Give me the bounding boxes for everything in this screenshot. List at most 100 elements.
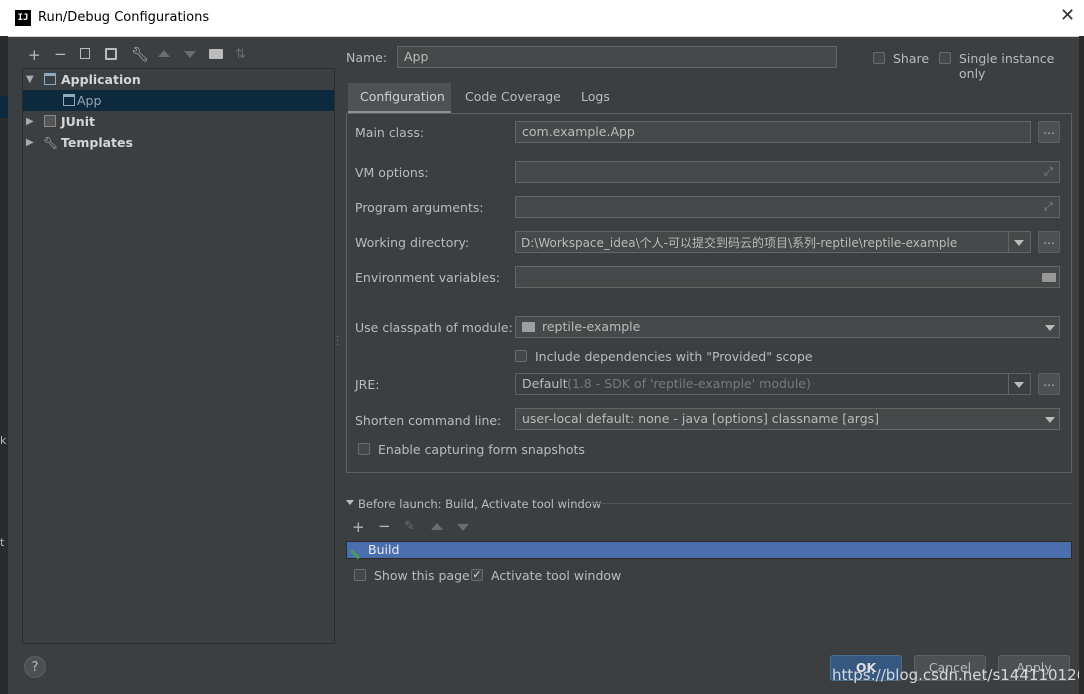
shorten-command-line-select[interactable]: user-local default: none - java [options… xyxy=(515,408,1060,430)
window-border xyxy=(1079,36,1084,694)
application-icon xyxy=(44,73,56,85)
classpath-module-value: reptile-example xyxy=(542,319,641,334)
move-down-icon[interactable] xyxy=(184,51,196,58)
chevron-down-icon[interactable] xyxy=(1014,382,1024,388)
name-label: Name: xyxy=(346,50,388,65)
junit-icon xyxy=(44,115,56,127)
activate-tool-window-label: Activate tool window xyxy=(491,568,622,583)
remove-task-icon[interactable]: − xyxy=(378,518,391,534)
background-ide-edge: k t xyxy=(0,36,8,694)
title-bar: IJ Run/Debug Configurations ✕ xyxy=(0,0,1084,37)
browse-jre-button[interactable]: ... xyxy=(1038,373,1060,395)
tree-item-label: Application xyxy=(61,72,141,87)
remove-icon[interactable]: − xyxy=(54,46,67,62)
include-dependencies-label: Include dependencies with "Provided" sco… xyxy=(535,349,813,364)
folder-icon[interactable] xyxy=(1042,273,1056,282)
shorten-command-line-value: user-local default: none - java [options… xyxy=(522,411,880,426)
edge-selection xyxy=(0,96,8,118)
before-launch-list[interactable]: Build xyxy=(346,541,1072,560)
copy-icon[interactable] xyxy=(80,48,90,59)
chevron-down-icon[interactable] xyxy=(1014,240,1024,246)
vm-options-label: VM options: xyxy=(355,165,429,180)
save-icon[interactable] xyxy=(105,48,117,60)
intellij-logo-icon: IJ xyxy=(15,10,31,26)
help-button[interactable]: ? xyxy=(24,656,46,678)
chevron-down-icon[interactable] xyxy=(1045,325,1055,331)
close-icon[interactable]: ✕ xyxy=(1060,6,1075,26)
working-directory-input[interactable]: D:\Workspace_idea\个人-可以提交到码云的项目\系列-repti… xyxy=(515,231,1031,253)
program-arguments-input[interactable]: ⤢ xyxy=(515,196,1060,218)
browse-main-class-button[interactable]: ... xyxy=(1038,121,1060,143)
module-folder-icon xyxy=(522,322,535,332)
chevron-down-icon[interactable] xyxy=(1045,417,1055,423)
tab-code-coverage[interactable]: Code Coverage xyxy=(465,89,561,104)
edge-text: k xyxy=(0,434,7,447)
browse-working-directory-button[interactable]: ... xyxy=(1038,231,1060,253)
app-config-icon xyxy=(63,94,75,106)
classpath-module-label: Use classpath of module: xyxy=(355,320,513,335)
list-item[interactable]: Build xyxy=(368,542,399,557)
collapse-arrow-icon[interactable] xyxy=(346,500,354,505)
program-arguments-label: Program arguments: xyxy=(355,200,484,215)
move-task-down-icon[interactable] xyxy=(457,524,469,531)
expand-icon[interactable]: ⤢ xyxy=(1044,165,1053,179)
add-icon[interactable]: + xyxy=(28,47,41,63)
name-input[interactable]: App xyxy=(397,46,837,68)
include-dependencies-checkbox[interactable] xyxy=(515,350,527,362)
edge-text: t xyxy=(0,536,5,549)
tab-label: Configuration xyxy=(360,89,445,104)
watermark: https://blog.csdn.net/s1441101265 xyxy=(832,666,1084,684)
share-checkbox[interactable] xyxy=(873,52,885,64)
tree-item-label: JUnit xyxy=(61,114,95,129)
tree-item-label: App xyxy=(77,93,102,108)
classpath-module-select[interactable]: reptile-example xyxy=(515,316,1060,338)
splitter-handle[interactable]: · · · xyxy=(336,333,339,351)
working-directory-label: Working directory: xyxy=(355,235,470,250)
tab-configuration[interactable]: Configuration xyxy=(348,83,451,113)
tree-item-junit[interactable]: ▶ JUnit xyxy=(23,111,334,132)
working-directory-value: D:\Workspace_idea\个人-可以提交到码云的项目\系列-repti… xyxy=(521,236,958,250)
single-instance-checkbox[interactable] xyxy=(939,52,951,64)
environment-variables-label: Environment variables: xyxy=(355,270,500,285)
move-task-up-icon[interactable] xyxy=(431,523,443,530)
tree-item-app[interactable]: App xyxy=(23,90,334,111)
tab-logs[interactable]: Logs xyxy=(581,89,610,104)
name-value: App xyxy=(404,49,429,64)
show-page-label: Show this page xyxy=(374,568,470,583)
section-divider xyxy=(590,503,1072,504)
shorten-command-line-label: Shorten command line: xyxy=(355,413,502,428)
collapsed-arrow-icon[interactable]: ▶ xyxy=(26,132,34,153)
sort-icon[interactable]: ⇅ xyxy=(235,47,246,63)
before-launch-title: Before launch: Build, Activate tool wind… xyxy=(358,497,602,511)
configuration-tree: ▼ Application App ▶ JUnit ▶ 🔧︎ Templates xyxy=(22,68,335,644)
collapsed-arrow-icon[interactable]: ▶ xyxy=(26,111,34,132)
move-up-icon[interactable] xyxy=(158,50,170,57)
add-task-icon[interactable]: + xyxy=(352,519,365,535)
vm-options-input[interactable]: ⤢ xyxy=(515,161,1060,183)
tree-item-templates[interactable]: ▶ 🔧︎ Templates xyxy=(23,132,334,153)
folder-icon[interactable] xyxy=(209,49,223,59)
tree-item-label: Templates xyxy=(61,135,133,150)
wrench-icon: 🔧︎ xyxy=(43,136,59,150)
expanded-arrow-icon[interactable]: ▼ xyxy=(26,69,34,90)
expand-icon[interactable]: ⤢ xyxy=(1044,200,1053,214)
show-page-checkbox[interactable] xyxy=(354,569,366,581)
capture-snapshots-label: Enable capturing form snapshots xyxy=(378,442,585,457)
build-icon xyxy=(350,541,368,560)
environment-variables-input[interactable] xyxy=(515,266,1060,288)
main-class-label: Main class: xyxy=(355,125,425,140)
dropdown-divider xyxy=(1008,374,1009,394)
wrench-icon[interactable]: 🔧︎ xyxy=(131,47,149,63)
edit-task-icon[interactable]: ✎ xyxy=(404,519,415,535)
activate-tool-window-checkbox[interactable]: ✓ xyxy=(471,569,483,581)
jre-select[interactable]: Default (1.8 - SDK of 'reptile-example' … xyxy=(515,373,1031,395)
main-class-value: com.example.App xyxy=(522,124,635,139)
capture-snapshots-checkbox[interactable] xyxy=(358,443,370,455)
tree-item-application[interactable]: ▼ Application xyxy=(23,69,334,90)
window-title: Run/Debug Configurations xyxy=(38,10,210,25)
jre-hint: (1.8 - SDK of 'reptile-example' module) xyxy=(567,376,811,391)
main-class-input[interactable]: com.example.App xyxy=(515,121,1031,143)
share-label: Share xyxy=(893,51,930,66)
dropdown-divider xyxy=(1008,232,1009,252)
single-instance-label: Single instance only xyxy=(959,51,1055,81)
